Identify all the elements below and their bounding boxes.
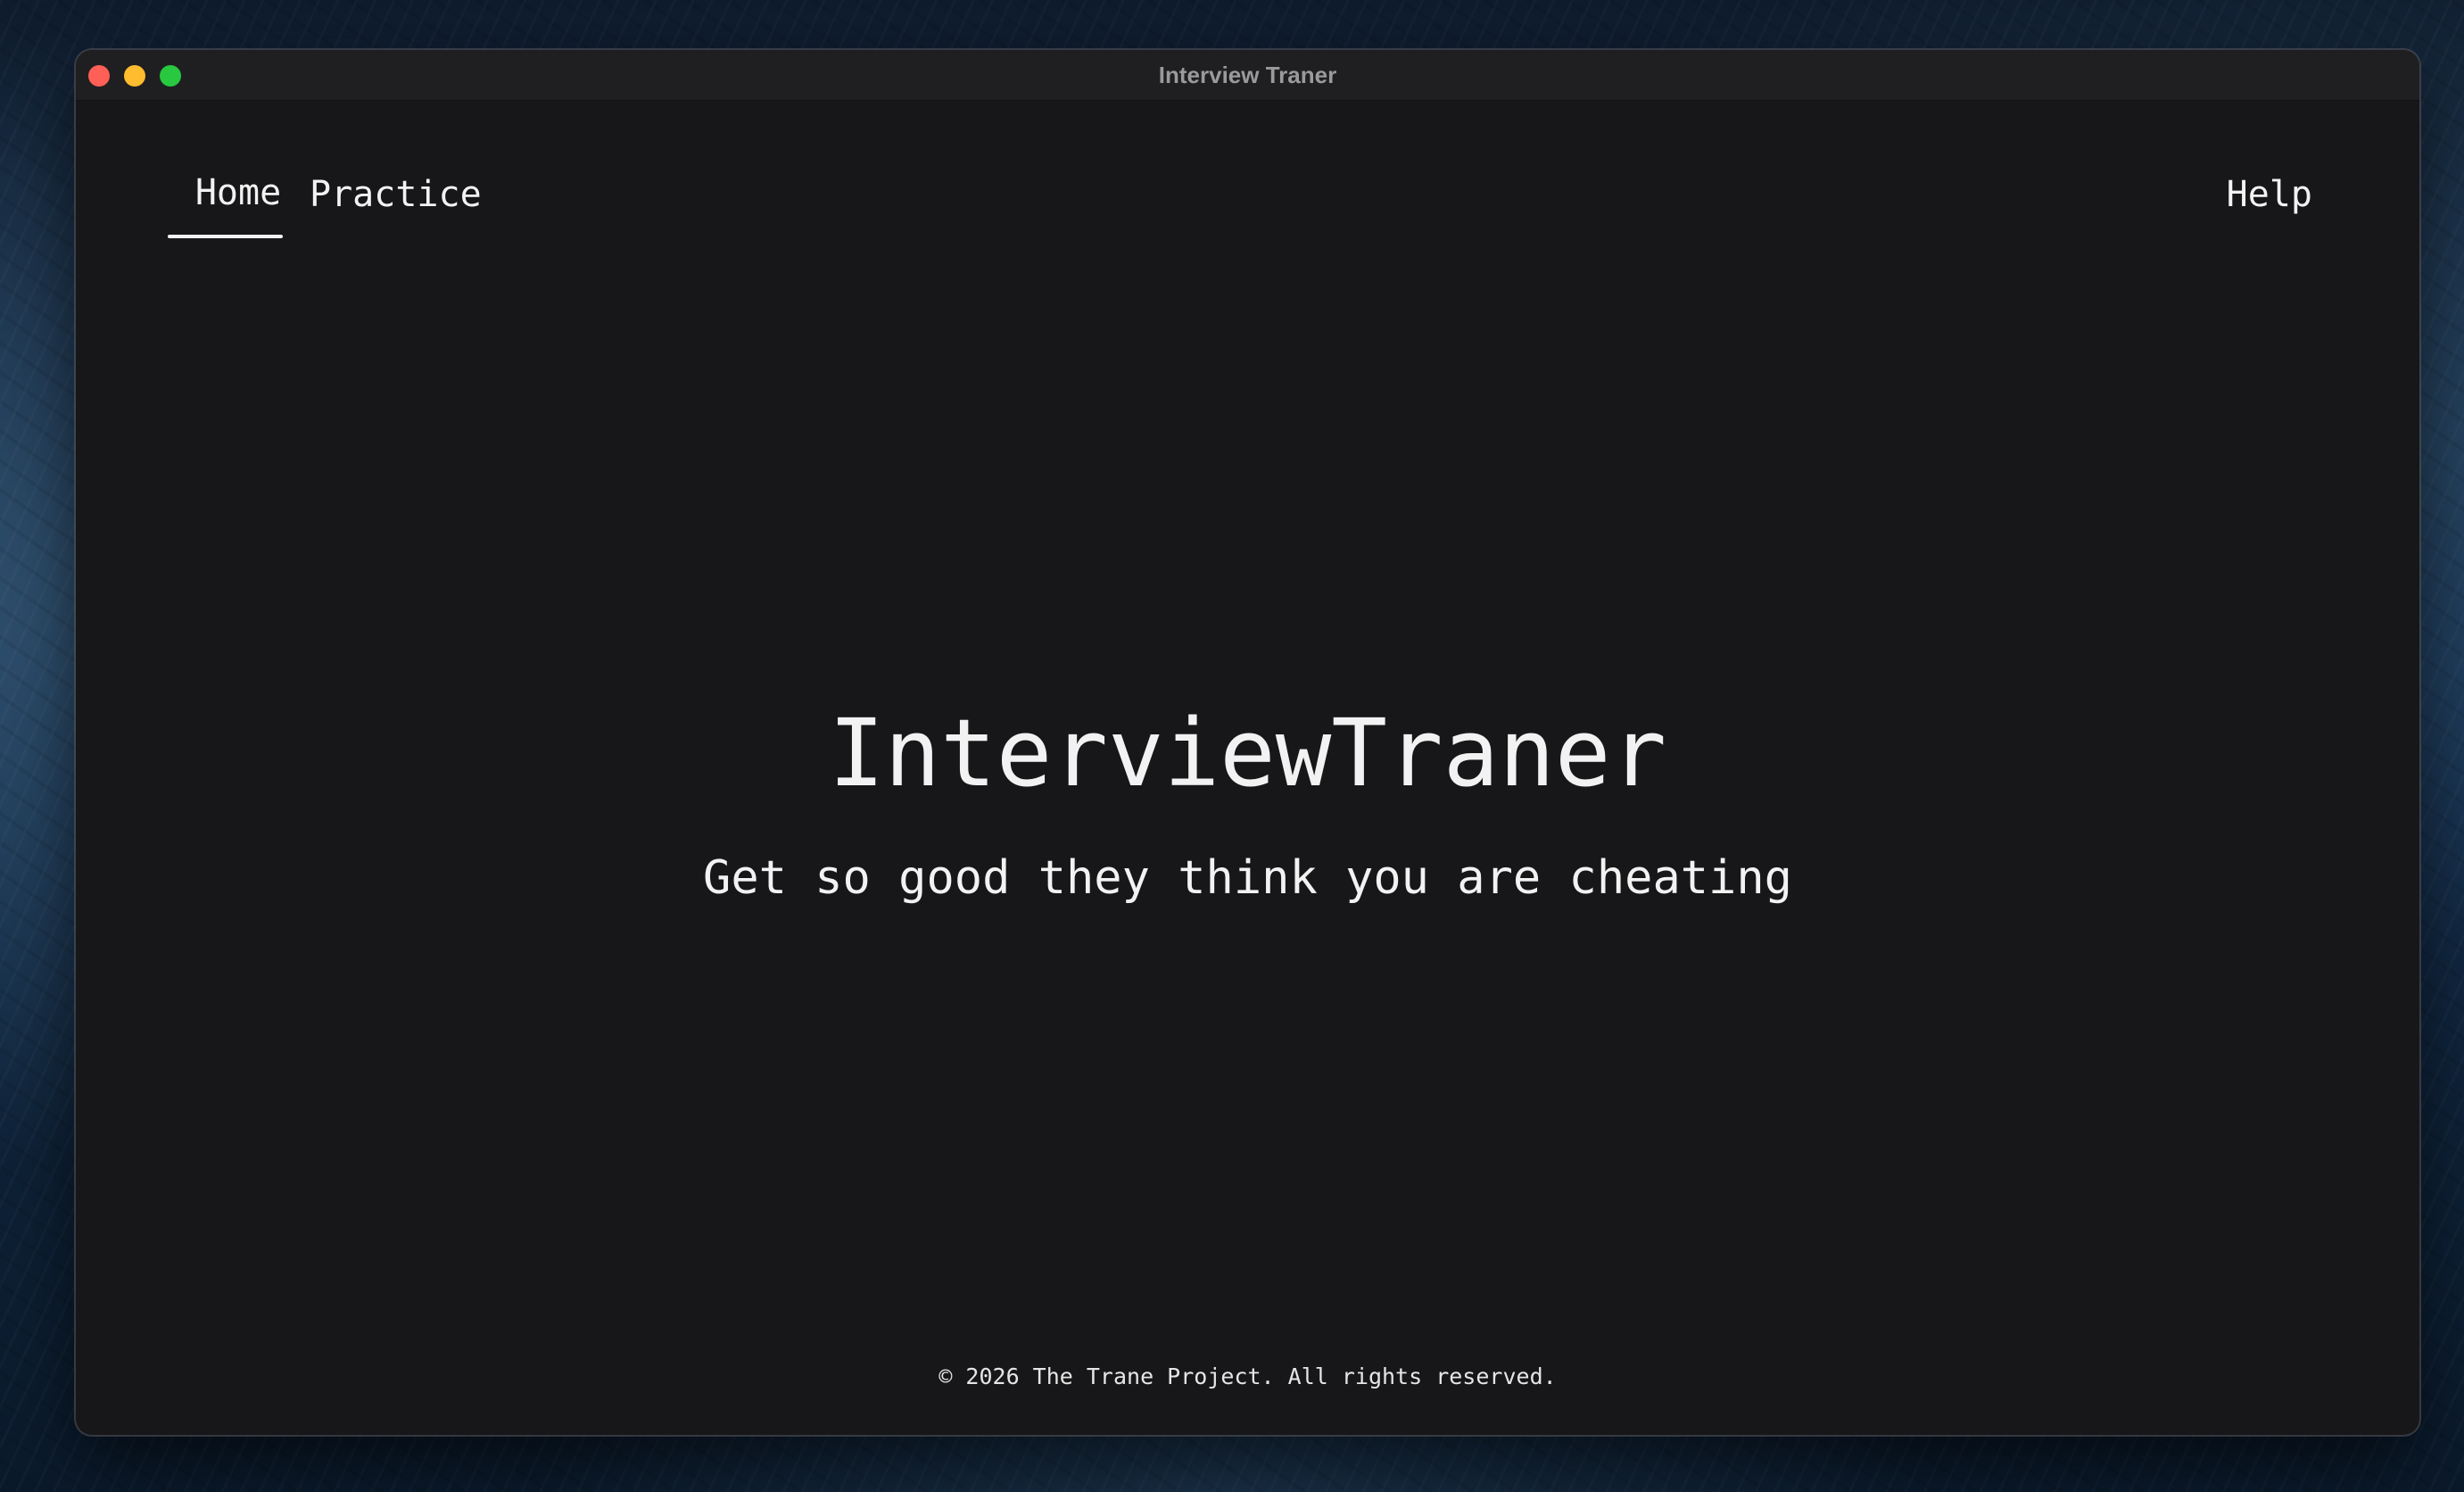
hero-title: InterviewTraner <box>828 699 1667 808</box>
help-link[interactable]: Help <box>2227 173 2312 216</box>
footer-copyright: © 2026 The Trane Project. All rights res… <box>938 1364 1557 1389</box>
window-title: Interview Traner <box>1158 62 1337 88</box>
title-bar[interactable]: Interview Traner <box>76 50 2419 101</box>
hero-subtitle: Get so good they think you are cheating <box>703 851 1792 905</box>
app-window: Interview Traner Home Practice Help Inte… <box>76 50 2419 1435</box>
active-tab-indicator <box>168 235 283 238</box>
nav-tab-practice[interactable]: Practice <box>310 173 482 216</box>
nav-tab-home[interactable]: Home <box>183 171 294 214</box>
